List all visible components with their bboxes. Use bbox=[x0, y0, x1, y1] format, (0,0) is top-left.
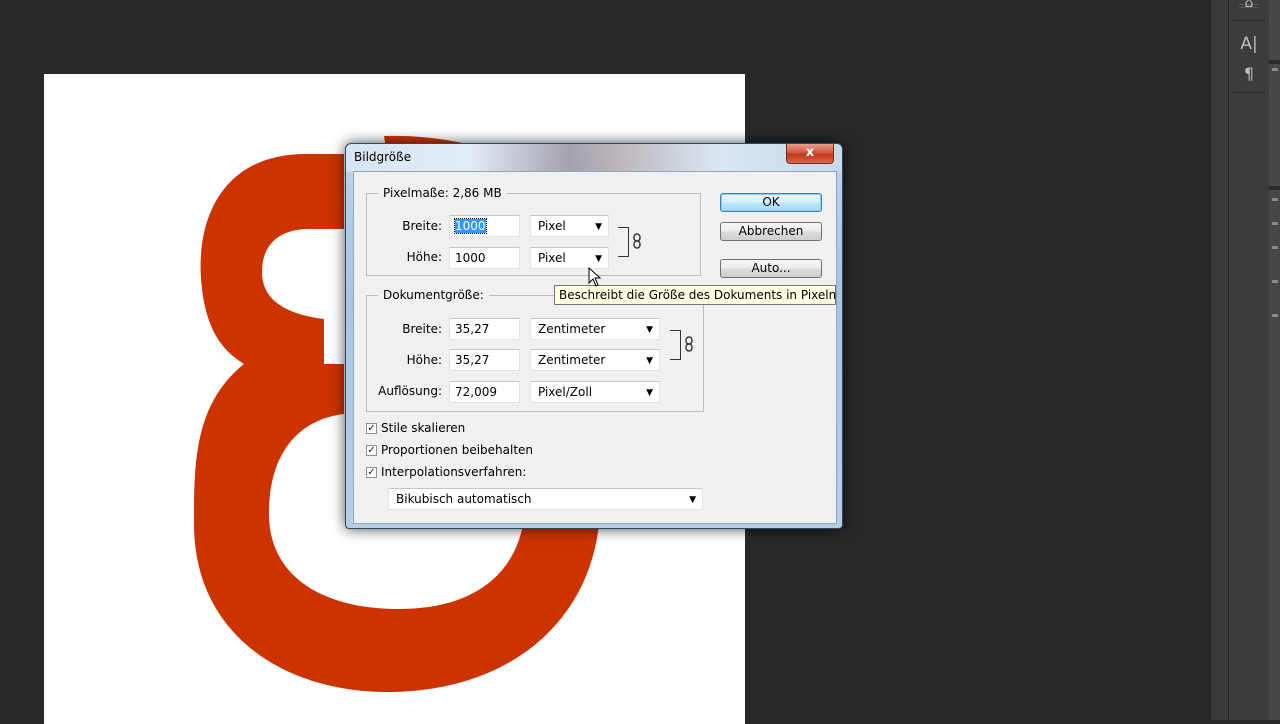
chevron-down-icon: ▼ bbox=[689, 495, 696, 505]
mouse-cursor-icon bbox=[588, 266, 602, 290]
pixel-width-unit-select[interactable]: Pixel ▼ bbox=[530, 215, 609, 237]
doc-height-value: 35,27 bbox=[455, 353, 490, 367]
pixel-height-input[interactable]: 1000 bbox=[449, 247, 520, 269]
resolution-label: Auflösung: bbox=[378, 384, 442, 398]
doc-height-label: Höhe: bbox=[406, 353, 442, 367]
pixel-width-unit: Pixel bbox=[538, 219, 566, 233]
chevron-down-icon: ▼ bbox=[646, 388, 653, 398]
close-button[interactable]: x bbox=[786, 144, 834, 164]
panel-marker bbox=[1272, 68, 1278, 71]
chevron-down-icon: ▼ bbox=[646, 356, 653, 366]
scroll-strip bbox=[1210, 0, 1229, 720]
panel-marker bbox=[1272, 246, 1278, 249]
cancel-button[interactable]: Abbrechen bbox=[720, 222, 822, 241]
panel-divider bbox=[1269, 60, 1280, 64]
chain-link-icon bbox=[632, 233, 642, 253]
pixel-width-label: Breite: bbox=[402, 219, 442, 233]
expanded-panel-edge bbox=[1269, 0, 1280, 720]
ampersand-upper-loop bbox=[200, 154, 344, 364]
panel-top-icon[interactable]: ⌂ bbox=[1235, 0, 1263, 14]
paragraph-panel-icon[interactable]: ¶ bbox=[1235, 63, 1263, 85]
dialog-client-area: Pixelmaße: 2,86 MB Breite: 1000 Pixel ▼ … bbox=[353, 171, 837, 524]
doc-width-unit: Zentimeter bbox=[538, 322, 606, 336]
dock-separator bbox=[1233, 92, 1265, 93]
doc-height-input[interactable]: 35,27 bbox=[449, 349, 520, 371]
dialog-title-bar[interactable] bbox=[346, 144, 842, 172]
scale-styles-checkbox[interactable]: ✓ bbox=[366, 423, 377, 434]
pixel-width-value: 1000 bbox=[454, 218, 487, 234]
character-panel-icon[interactable]: A| bbox=[1235, 33, 1263, 55]
panel-marker bbox=[1272, 198, 1278, 201]
pixel-height-label: Höhe: bbox=[406, 250, 442, 264]
resolution-value: 72,009 bbox=[455, 385, 497, 399]
pixel-height-unit-select[interactable]: Pixel ▼ bbox=[530, 247, 609, 269]
chevron-down-icon: ▼ bbox=[646, 325, 653, 335]
doc-width-input[interactable]: 35,27 bbox=[449, 318, 520, 340]
dock-separator bbox=[1233, 20, 1265, 21]
panel-marker bbox=[1272, 280, 1278, 283]
constrain-proportions-checkbox[interactable]: ✓ bbox=[366, 445, 377, 456]
resolution-unit: Pixel/Zoll bbox=[538, 385, 593, 399]
collapsed-panel-dock: ⌂ A| ¶ bbox=[1228, 0, 1270, 720]
resample-checkbox[interactable]: ✓ bbox=[366, 467, 377, 478]
pixel-height-value: 1000 bbox=[455, 251, 486, 265]
dialog-title: Bildgröße bbox=[354, 150, 412, 164]
panel-marker bbox=[1272, 222, 1278, 225]
panel-marker bbox=[1272, 314, 1278, 317]
image-size-dialog: Bildgröße x Pixelmaße: 2,86 MB Breite: 1… bbox=[345, 143, 843, 529]
chevron-down-icon: ▼ bbox=[595, 222, 602, 232]
pixel-width-input[interactable]: 1000 bbox=[449, 215, 520, 237]
pixel-link-bracket bbox=[618, 227, 629, 257]
panel-divider bbox=[1269, 186, 1280, 190]
resample-method-select[interactable]: Bikubisch automatisch ▼ bbox=[388, 488, 703, 510]
document-size-legend: Dokumentgröße: bbox=[378, 288, 489, 302]
pixel-height-unit: Pixel bbox=[538, 251, 566, 265]
auto-button[interactable]: Auto... bbox=[720, 259, 822, 278]
doc-width-unit-select[interactable]: Zentimeter ▼ bbox=[530, 318, 660, 340]
resolution-input[interactable]: 72,009 bbox=[449, 381, 520, 403]
chain-link-icon bbox=[684, 336, 694, 356]
ok-button[interactable]: OK bbox=[720, 193, 822, 212]
doc-width-label: Breite: bbox=[402, 322, 442, 336]
doc-link-bracket bbox=[670, 330, 681, 360]
pixel-dimensions-legend: Pixelmaße: 2,86 MB bbox=[378, 186, 507, 200]
doc-height-unit-select[interactable]: Zentimeter ▼ bbox=[530, 349, 660, 371]
resample-label[interactable]: Interpolationsverfahren: bbox=[381, 465, 526, 479]
chevron-down-icon: ▼ bbox=[595, 254, 602, 264]
resample-method-value: Bikubisch automatisch bbox=[396, 492, 532, 506]
doc-height-unit: Zentimeter bbox=[538, 353, 606, 367]
scale-styles-label[interactable]: Stile skalieren bbox=[381, 421, 465, 435]
constrain-proportions-label[interactable]: Proportionen beibehalten bbox=[381, 443, 533, 457]
doc-width-value: 35,27 bbox=[455, 322, 490, 336]
resolution-unit-select[interactable]: Pixel/Zoll ▼ bbox=[530, 381, 660, 403]
